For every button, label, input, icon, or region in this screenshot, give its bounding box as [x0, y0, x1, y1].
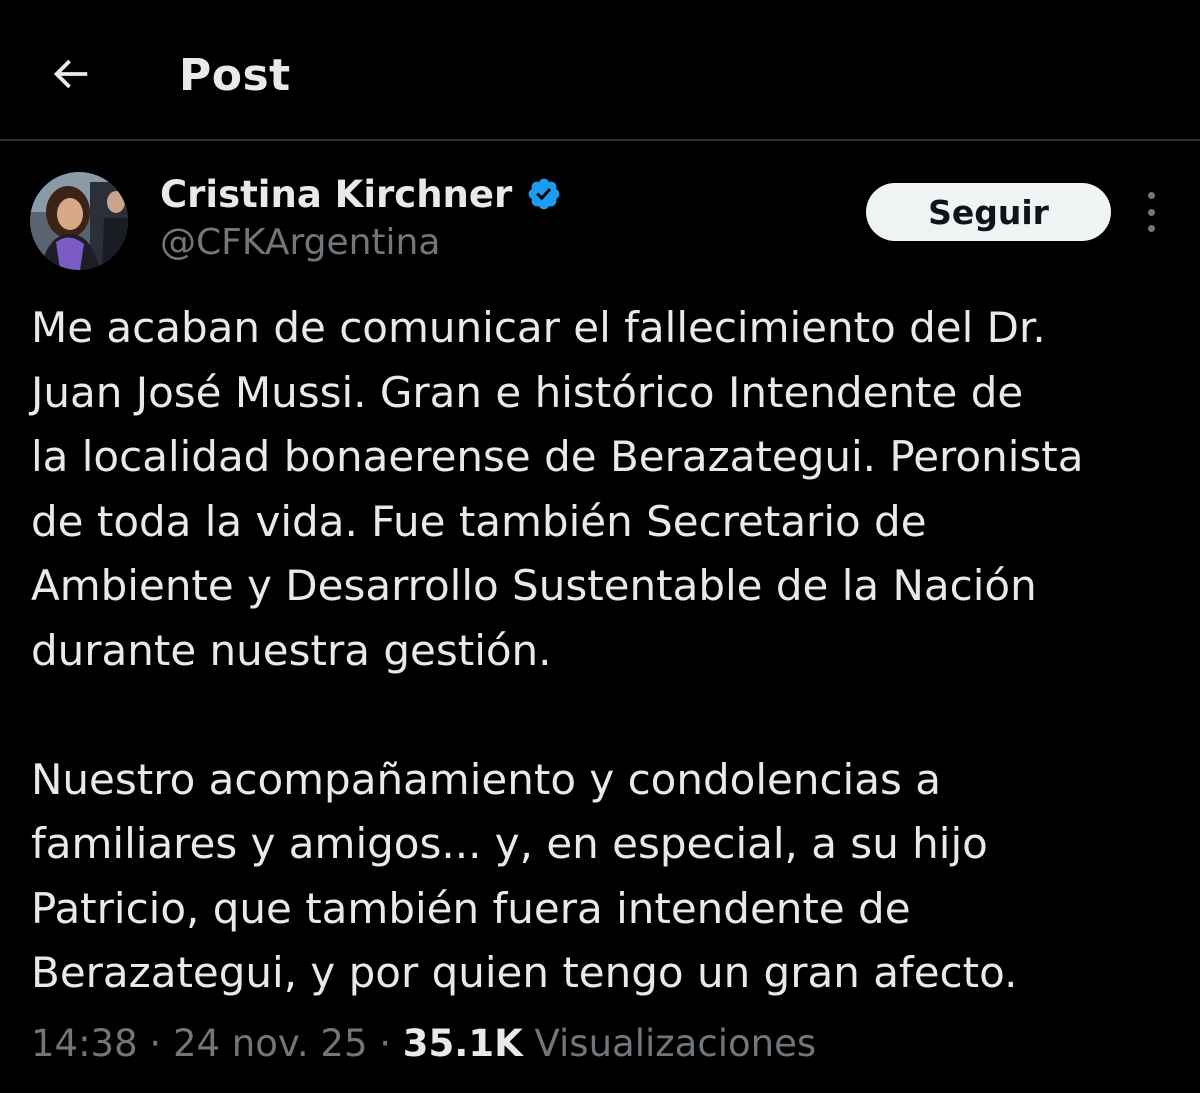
- tweet-line: familiares y amigos... y, en especial, a…: [31, 819, 988, 868]
- tweet-line: Patricio, que también fuera intendente d…: [31, 883, 911, 933]
- tweet-line: de toda la vida. Fue también Secretario …: [31, 496, 927, 546]
- verified-badge-icon[interactable]: [526, 176, 562, 212]
- tweet-meta: 14:38 · 24 nov. 25 · 35.1K Visualizacion…: [31, 1018, 816, 1070]
- tweet-line: durante nuestra gestión.: [31, 625, 552, 675]
- more-dot: [1147, 192, 1155, 199]
- meta-separator: ·: [137, 1022, 173, 1065]
- more-vertical-icon[interactable]: [1134, 192, 1168, 232]
- more-dot: [1147, 208, 1155, 216]
- tweet-line: la localidad bonaerense de Berazategui. …: [31, 432, 1084, 481]
- top-bar: Post: [0, 0, 1200, 141]
- author-display-name[interactable]: Cristina Kirchner: [160, 173, 512, 216]
- avatar[interactable]: [30, 172, 128, 270]
- tweet-line: Me acaban de comunicar el fallecimiento …: [31, 303, 1046, 352]
- views-label: Visualizaciones: [522, 1022, 817, 1065]
- views-count[interactable]: 35.1K: [403, 1022, 523, 1065]
- tweet-line: Nuestro acompañamiento y condolencias a: [31, 754, 941, 804]
- tweet-line: Berazategui, y por quien tengo un gran a…: [31, 948, 1018, 997]
- page-title: Post: [179, 50, 291, 101]
- follow-button[interactable]: Seguir: [866, 183, 1111, 241]
- tweet-text: Me acaban de comunicar el fallecimiento …: [31, 296, 1191, 1006]
- tweet-time[interactable]: 14:38: [31, 1022, 138, 1065]
- meta-separator: ·: [367, 1022, 403, 1065]
- author-handle[interactable]: @CFKArgentina: [160, 220, 440, 266]
- tweet-line: Ambiente y Desarrollo Sustentable de la …: [31, 561, 1037, 610]
- more-dot: [1147, 225, 1155, 232]
- tweet-date[interactable]: 24 nov. 25: [173, 1022, 368, 1065]
- author-name-row: Cristina Kirchner: [160, 168, 562, 220]
- tweet-line: Juan José Mussi. Gran e histórico Intend…: [31, 367, 1024, 417]
- arrow-left-icon: [47, 51, 93, 101]
- back-button[interactable]: [40, 46, 100, 106]
